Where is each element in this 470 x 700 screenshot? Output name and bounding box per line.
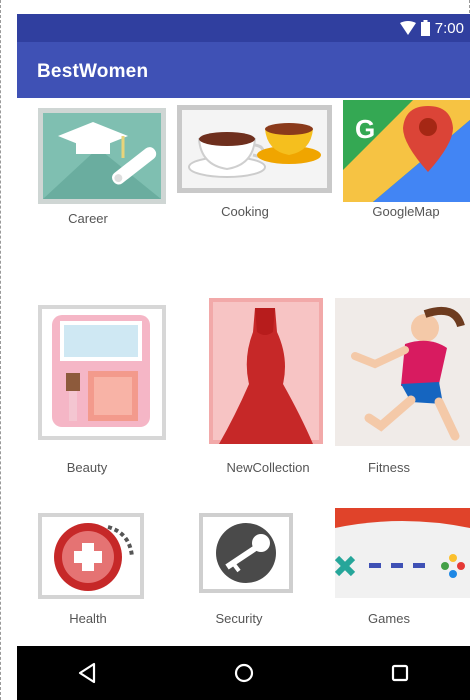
label-health: Health (69, 611, 107, 626)
recents-icon[interactable] (386, 659, 414, 687)
tile-health[interactable] (38, 513, 144, 599)
new-collection-icon (209, 298, 323, 444)
home-icon[interactable] (230, 659, 258, 687)
cooking-icon (177, 105, 332, 193)
tile-cooking[interactable] (177, 105, 332, 193)
tile-security[interactable] (199, 513, 293, 593)
fitness-icon (335, 298, 470, 446)
security-icon (199, 513, 293, 593)
tile-grid: Career Cooking G GoogleMap Beauty NewCol… (17, 98, 470, 646)
career-icon (38, 108, 166, 204)
tile-career[interactable] (38, 108, 166, 204)
tile-beauty[interactable] (38, 305, 166, 440)
tile-newcollection[interactable] (209, 298, 323, 444)
health-icon (38, 513, 144, 599)
svg-text:G: G (355, 114, 375, 144)
status-time: 7:00 (434, 19, 464, 37)
wifi-icon (399, 21, 416, 35)
tile-games[interactable] (335, 508, 470, 598)
navigation-bar (17, 646, 470, 700)
status-bar: 7:00 (17, 14, 470, 42)
label-fitness: Fitness (368, 460, 410, 475)
games-icon (335, 508, 470, 598)
tile-googlemap[interactable]: G (343, 100, 470, 202)
label-security: Security (215, 611, 263, 626)
app-title: BestWomen (37, 61, 149, 82)
label-beauty: Beauty (66, 460, 108, 475)
google-map-icon: G (343, 100, 470, 202)
label-games: Games (368, 611, 410, 626)
tile-fitness[interactable] (335, 298, 470, 446)
beauty-icon (38, 305, 166, 440)
label-career: Career (68, 211, 108, 226)
back-icon[interactable] (74, 659, 102, 687)
label-newcollection: NewCollection (226, 460, 310, 475)
label-googlemap: GoogleMap (372, 204, 440, 219)
app-bar: BestWomen (17, 42, 470, 98)
battery-icon (420, 20, 430, 36)
label-cooking: Cooking (221, 204, 269, 219)
